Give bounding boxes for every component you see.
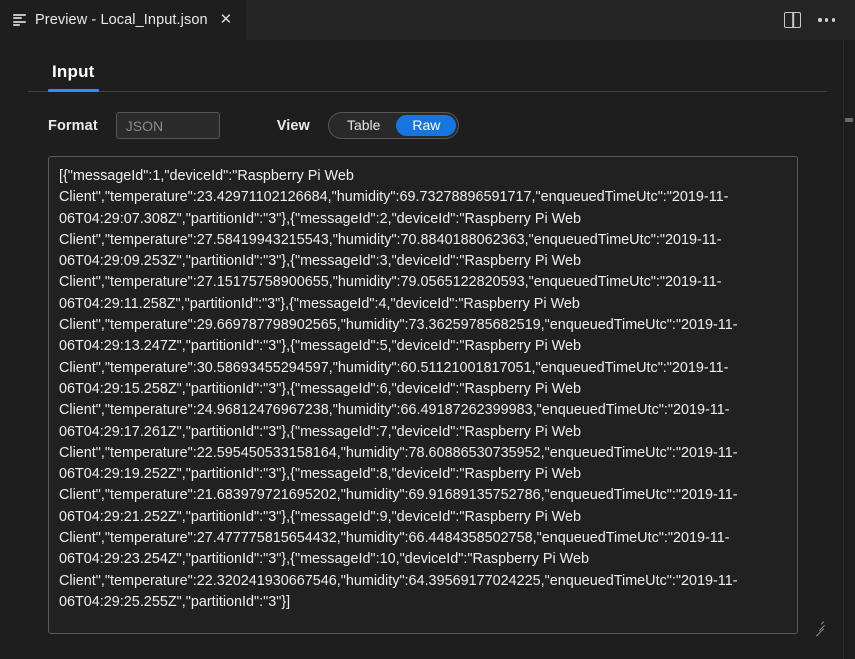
raw-view-container	[48, 156, 827, 638]
format-label: Format	[48, 117, 98, 134]
close-icon[interactable]: ✕	[217, 10, 236, 31]
view-label: View	[276, 117, 310, 134]
editor-tab-preview-local-input-json[interactable]: Preview - Local_Input.json ✕	[0, 0, 247, 40]
view-mode-toggle[interactable]: Table Raw	[327, 112, 460, 139]
view-option-raw[interactable]: Raw	[396, 115, 457, 136]
tab-active-underline	[48, 89, 99, 92]
format-input[interactable]	[115, 112, 220, 139]
scrollbar-marker	[845, 118, 853, 122]
resize-handle-icon[interactable]	[811, 618, 825, 638]
view-option-table[interactable]: Table	[331, 115, 396, 136]
preview-content: Input Format View Table Raw	[0, 58, 855, 638]
editor-tab-bar: Preview - Local_Input.json ✕	[0, 0, 855, 40]
tab-bar-spacer	[246, 0, 784, 40]
editor-actions	[784, 0, 855, 40]
more-actions-icon[interactable]	[817, 14, 836, 25]
vertical-scrollbar[interactable]	[843, 40, 855, 659]
panel-tab-strip: Input	[28, 58, 827, 92]
preview-controls-row: Format View Table Raw	[28, 112, 827, 139]
split-editor-icon[interactable]	[784, 12, 802, 28]
tab-input[interactable]: Input	[48, 58, 99, 92]
preview-lines-icon	[13, 13, 26, 27]
raw-json-textarea[interactable]	[48, 156, 798, 634]
tab-input-label: Input	[52, 62, 95, 81]
editor-tab-label: Preview - Local_Input.json	[35, 12, 208, 28]
